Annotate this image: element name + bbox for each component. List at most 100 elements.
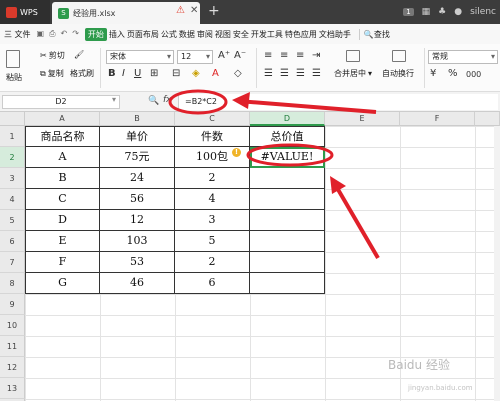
menu-tab-developer[interactable]: 开发工具 [251,29,283,40]
column-header-f[interactable]: F [400,112,475,126]
shrink-font-icon[interactable]: A⁻ [234,50,246,61]
thousands-button[interactable]: 000 [466,70,481,79]
table-header-cell[interactable]: 件数 [175,126,250,147]
row-header-11[interactable]: 11 [0,336,25,357]
vertical-scrollbar[interactable] [494,126,500,401]
grow-font-icon[interactable]: A⁺ [218,50,230,61]
warning-icon[interactable]: ⚠ [176,5,185,16]
font-color-icon[interactable]: A [212,68,219,79]
menu-tab-doc-assistant[interactable]: 文档助手 [319,29,351,40]
row-header-9[interactable]: 9 [0,294,25,315]
table-cell[interactable]: #VALUE! [250,147,325,168]
shirt-icon[interactable]: ♣ [438,7,446,17]
align-right-icon[interactable]: ☰ [296,68,305,79]
table-cell[interactable] [250,210,325,231]
font-size-select[interactable]: 12 [177,50,213,64]
menu-tab-view[interactable]: 视图 [215,29,231,40]
table-cell[interactable]: 103 [100,231,175,252]
table-cell[interactable]: A [25,147,100,168]
table-cell[interactable]: 3 [175,210,250,231]
row-header-1[interactable]: 1 [0,126,25,147]
copy-button[interactable]: ⧉ 复制 [40,68,64,79]
search-button[interactable]: 🔍查找 [358,28,390,40]
row-header-8[interactable]: 8 [0,273,25,294]
menu-tab-security[interactable]: 安全 [233,29,249,40]
table-cell[interactable]: 6 [175,273,250,294]
column-header-g[interactable] [475,112,500,126]
table-cell[interactable]: 56 [100,189,175,210]
align-bottom-icon[interactable]: ≡ [296,50,304,61]
table-cell[interactable] [250,189,325,210]
row-header-6[interactable]: 6 [0,231,25,252]
merge-center-button[interactable]: 合并居中 ▾ [334,68,372,79]
table-cell[interactable] [250,252,325,273]
column-header-e[interactable]: E [325,112,400,126]
undo-icon[interactable]: ↶ [61,29,68,39]
table-header-cell[interactable]: 商品名称 [25,126,100,147]
column-header-a[interactable]: A [25,112,100,126]
table-header-cell[interactable]: 总价值 [250,126,325,147]
indent-icon[interactable]: ⇥ [312,50,320,61]
underline-button[interactable]: U [134,68,141,79]
bold-button[interactable]: B [108,68,116,79]
menu-tab-data[interactable]: 数据 [179,29,195,40]
table-cell[interactable] [250,231,325,252]
merge-center-icon-wrap[interactable] [346,50,360,62]
table-cell[interactable]: 24 [100,168,175,189]
chevron-down-icon[interactable]: ▾ [112,95,116,104]
table-cell[interactable]: E [25,231,100,252]
table-cell[interactable]: G [25,273,100,294]
table-cell[interactable]: 53 [100,252,175,273]
user-name[interactable]: silenc [470,7,496,17]
row-header-4[interactable]: 4 [0,189,25,210]
table-cell[interactable]: 5 [175,231,250,252]
window-count-badge[interactable]: 1 [403,8,414,16]
new-tab-icon[interactable]: + [208,3,220,19]
close-tab-icon[interactable]: ✕ [190,5,198,16]
align-top-icon[interactable]: ≡ [264,50,272,61]
table-cell[interactable]: 4 [175,189,250,210]
table-cell[interactable]: 75元 [100,147,175,168]
table-cell[interactable]: B [25,168,100,189]
menu-tab-page-layout[interactable]: 页面布局 [127,29,159,40]
table-cell[interactable] [250,168,325,189]
paste-button[interactable] [6,50,20,68]
zoom-icon[interactable]: 🔍 [148,96,159,106]
table-header-cell[interactable]: 单价 [100,126,175,147]
table-cell[interactable] [250,273,325,294]
table-cell[interactable]: 12 [100,210,175,231]
currency-button[interactable]: ¥ [430,68,436,79]
number-format-select[interactable]: 常规 [428,50,498,64]
table-cell[interactable]: C [25,189,100,210]
save-icon[interactable]: ▣ [37,29,45,39]
grid-icon[interactable]: ▦ [422,7,431,17]
redo-icon[interactable]: ↷ [72,29,79,39]
column-header-c[interactable]: C [175,112,250,126]
wrap-text-button[interactable]: 自动换行 [382,68,414,79]
menu-tab-insert[interactable]: 插入 [109,29,125,40]
table-cell[interactable]: 2 [175,168,250,189]
wps-home-tab[interactable]: WPS [0,0,50,24]
column-header-b[interactable]: B [100,112,175,126]
font-family-select[interactable]: 宋体 [106,50,174,64]
cut-button[interactable]: ✂ 剪切 [40,50,65,61]
menu-tab-formulas[interactable]: 公式 [161,29,177,40]
column-header-d[interactable]: D [250,112,325,126]
align-middle-icon[interactable]: ≡ [280,50,288,61]
row-header-2[interactable]: 2 [0,147,25,168]
align-left-icon[interactable]: ☰ [264,68,273,79]
fill-color-icon[interactable]: ◈ [192,68,200,79]
file-menu[interactable]: 三 文件 [4,29,31,40]
fx-icon[interactable]: fx [163,95,172,105]
name-box[interactable]: D2 [2,95,120,109]
format-painter-button[interactable]: 🖌 [74,50,84,59]
menu-tab-review[interactable]: 审阅 [197,29,213,40]
border-icon[interactable]: ⊞ [150,68,158,79]
percent-button[interactable]: % [448,68,458,79]
menu-tab-features[interactable]: 特色应用 [285,29,317,40]
menu-tab-start[interactable]: 开始 [84,27,107,41]
table-cell[interactable]: F [25,252,100,273]
table-cell[interactable]: D [25,210,100,231]
error-warning-icon[interactable]: ! [232,148,241,157]
table-cell[interactable]: 46 [100,273,175,294]
